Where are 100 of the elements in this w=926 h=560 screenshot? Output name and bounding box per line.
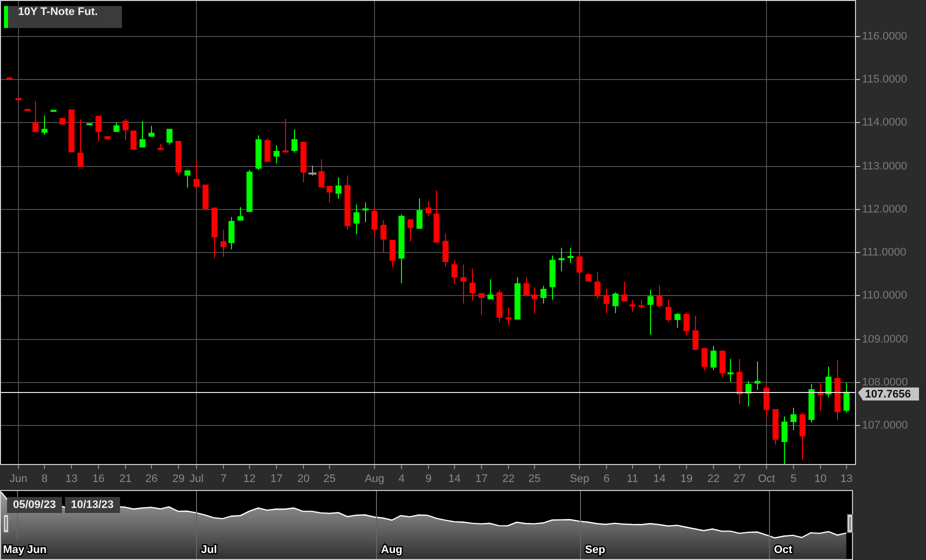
axis-label: 11 — [626, 473, 638, 485]
candlestick — [702, 348, 708, 371]
candlestick — [308, 166, 316, 176]
candlestick — [130, 130, 136, 150]
candlestick — [202, 184, 208, 209]
candlestick — [398, 214, 404, 284]
candlestick — [844, 382, 850, 413]
candlestick — [390, 240, 396, 268]
axis-label: 17 — [270, 473, 283, 485]
candlestick — [656, 285, 662, 308]
candlestick — [648, 290, 654, 335]
price-tag: 107.7656 — [858, 388, 919, 400]
candlestick — [158, 144, 164, 150]
axis-label: 107.0000 — [862, 420, 908, 432]
range-handle[interactable] — [847, 514, 853, 533]
series-legend: 10Y T-Note Fut. — [4, 6, 122, 28]
candlestick — [826, 366, 832, 398]
axis-label: 20 — [297, 473, 310, 485]
range-start-date: 05/09/23 — [7, 497, 62, 513]
candlestick — [344, 176, 350, 230]
axis-label: 14 — [448, 473, 461, 485]
axis-label: 115.0000 — [862, 74, 908, 86]
candlestick — [442, 234, 448, 267]
axis-label: 29 — [172, 473, 185, 485]
candlestick — [318, 159, 324, 188]
candlestick — [638, 300, 644, 309]
candlestick — [104, 136, 110, 140]
axis-label: 109.0000 — [862, 334, 908, 346]
candlestick — [336, 177, 342, 199]
candlestick — [736, 358, 742, 404]
candlestick — [282, 118, 288, 152]
axis-label: 110.0000 — [862, 290, 908, 302]
candlestick — [710, 346, 716, 370]
ref-line-label: 107.7656 — [865, 388, 911, 400]
month-label: Oct — [774, 544, 792, 556]
candlestick — [506, 307, 512, 326]
candlestick — [496, 290, 502, 322]
axis-label: 27 — [733, 473, 746, 485]
month-label: May — [3, 544, 24, 556]
candlestick — [228, 217, 234, 250]
candlestick — [674, 313, 680, 328]
candlestick — [140, 121, 146, 148]
candlestick — [684, 312, 690, 336]
candlestick — [300, 142, 306, 182]
candlestick — [488, 279, 494, 300]
candlestick — [478, 293, 484, 315]
candlestick — [470, 268, 476, 301]
candlestick — [524, 277, 530, 296]
candlestick — [764, 384, 770, 416]
candlestick — [782, 416, 788, 464]
candlestick — [78, 119, 84, 167]
axis-label: Aug — [364, 473, 384, 485]
axis-label: 22 — [502, 473, 515, 485]
axis-label: 21 — [119, 473, 132, 485]
candlestick — [68, 109, 74, 152]
candlestick — [514, 277, 520, 320]
month-label: Jun — [27, 544, 47, 556]
candlestick — [630, 300, 636, 312]
axis-label: 113.0000 — [862, 160, 908, 172]
axis-label: 5 — [790, 473, 797, 485]
candlestick — [622, 282, 628, 302]
axis-label: 8 — [41, 473, 48, 485]
candlestick — [834, 360, 840, 420]
axis-label: 16 — [92, 473, 105, 485]
month-label: Aug — [381, 544, 402, 556]
candlestick — [372, 206, 378, 236]
candlestick — [380, 220, 386, 252]
axis-label: 22 — [707, 473, 720, 485]
axis-label: 26 — [145, 473, 158, 485]
axis-label: 4 — [398, 473, 405, 485]
candlestick — [808, 384, 814, 422]
candlestick — [586, 272, 592, 282]
candlestick — [540, 286, 546, 304]
candlestick — [220, 230, 226, 257]
candlestick — [264, 138, 270, 162]
candlestick — [666, 300, 672, 322]
candlestick — [772, 409, 778, 445]
range-end-date: 10/13/23 — [64, 497, 120, 513]
candlestick — [692, 316, 698, 350]
candlestick — [166, 128, 172, 145]
candlestick — [426, 201, 432, 216]
axis-label: 10 — [814, 473, 827, 485]
candlestick — [452, 260, 458, 284]
candlestick — [790, 408, 796, 430]
axis-label: 9 — [425, 473, 432, 485]
candlestick — [362, 202, 368, 222]
candlestick — [42, 115, 48, 135]
axis-label: 111.0000 — [862, 246, 906, 258]
candlestick — [576, 236, 582, 280]
candlestick — [24, 108, 30, 111]
candlestick — [256, 135, 262, 170]
candlestick — [818, 383, 824, 411]
candlestick — [274, 145, 280, 164]
axis-label: 13 — [840, 473, 853, 485]
candlestick — [176, 140, 182, 176]
candlestick — [754, 362, 760, 390]
candlestick — [148, 126, 154, 137]
candlestick — [184, 170, 190, 188]
candlestick — [408, 219, 414, 242]
range-handle[interactable] — [3, 514, 9, 533]
